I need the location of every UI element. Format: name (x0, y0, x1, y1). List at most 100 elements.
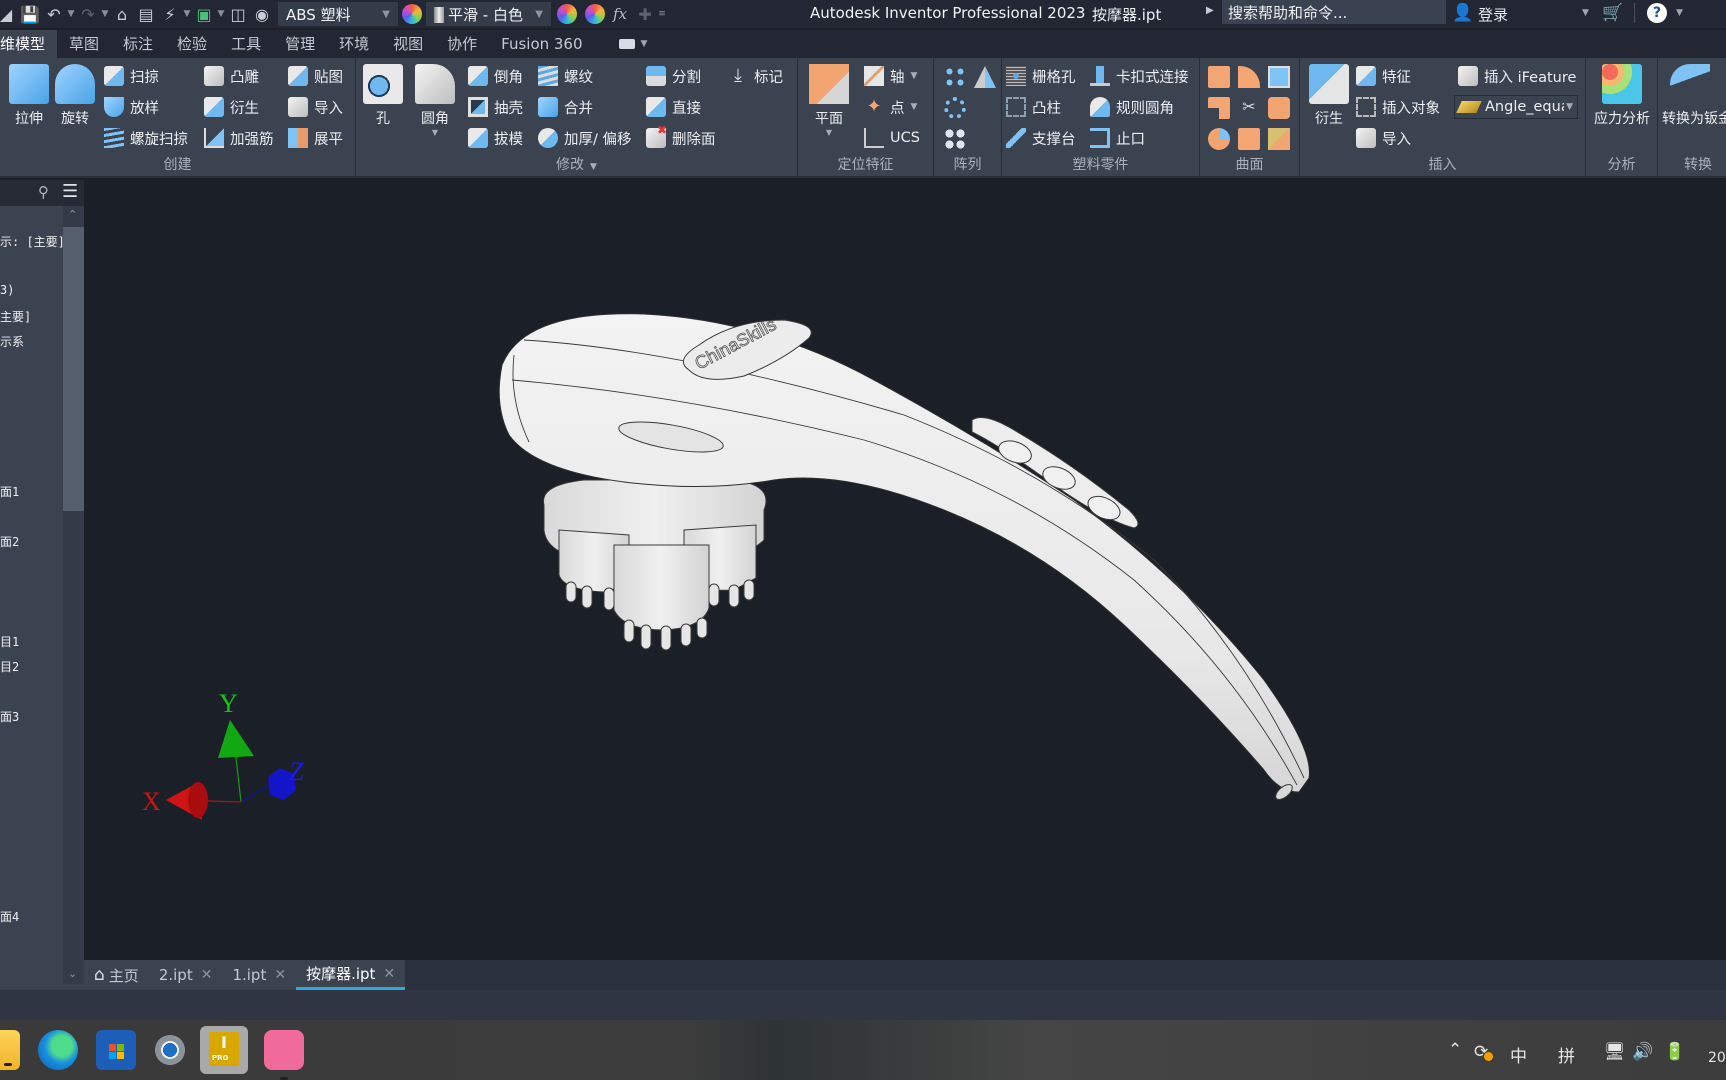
fillet-dropdown-icon[interactable]: ▼ (412, 128, 458, 137)
cart-icon[interactable]: 🛒 (1602, 3, 1623, 23)
insert-ifeature-button[interactable]: 插入 iFeature (1458, 64, 1576, 88)
search-icon[interactable]: ⚲ (38, 183, 49, 201)
close-icon[interactable]: ✕ (383, 966, 395, 982)
boss-button[interactable]: 凸柱 (1006, 95, 1061, 119)
tab-inspect[interactable]: 检验 (165, 30, 219, 58)
appearance-override-icon[interactable]: ◉ (250, 3, 274, 25)
close-icon[interactable]: ✕ (274, 967, 286, 983)
thicken-surface-icon[interactable] (1208, 66, 1230, 88)
doc-tab-massager-ipt[interactable]: 按摩器.ipt ✕ (296, 960, 406, 990)
open-folder-icon[interactable]: ◢ (0, 3, 12, 25)
stitch-icon[interactable] (1238, 66, 1260, 88)
properties-icon[interactable]: ▤ (134, 3, 158, 25)
emboss-button[interactable]: 凸雕 (204, 64, 259, 88)
tree-item[interactable]: 面3 (0, 708, 19, 725)
volume-icon[interactable]: 🔊 (1632, 1042, 1653, 1062)
coil-button[interactable]: 螺旋扫掠 (104, 126, 188, 150)
copy-object-icon[interactable] (1268, 128, 1290, 150)
convert-sheet-metal-button[interactable]: 转换为钣金 (1662, 64, 1726, 128)
ifeature-select[interactable]: Angle_equa ▼ (1454, 95, 1578, 119)
extend-surface-icon[interactable] (1268, 97, 1290, 119)
settings-icon[interactable] (150, 1030, 190, 1070)
signin-button[interactable]: 登录 (1478, 4, 1508, 25)
tree-item[interactable]: 面2 (0, 533, 19, 550)
tree-item[interactable]: 面4 (0, 908, 19, 925)
model-canvas[interactable]: ChinaSkills X Y Z (84, 180, 1726, 960)
appearance-icon[interactable] (402, 4, 422, 24)
thicken-offset-button[interactable]: 加厚/ 偏移 (538, 126, 632, 150)
clear-appearance-icon[interactable] (585, 4, 605, 24)
rectangular-pattern-icon[interactable] (944, 66, 966, 88)
browser-scrollbar[interactable]: ⌃ ⌄ (63, 206, 84, 984)
select-dropdown-icon[interactable]: ▼ (216, 9, 226, 19)
snap-fit-button[interactable]: 卡扣式连接 (1090, 64, 1189, 88)
tab-manage[interactable]: 管理 (273, 30, 327, 58)
tab-collaborate[interactable]: 协作 (435, 30, 489, 58)
mirror-icon[interactable] (974, 66, 996, 88)
edge-icon[interactable] (38, 1030, 78, 1070)
tab-view[interactable]: 视图 (381, 30, 435, 58)
boundary-patch-icon[interactable] (1208, 128, 1230, 150)
help-icon[interactable]: ? (1647, 3, 1667, 23)
ime-input[interactable]: 拼 (1558, 1042, 1575, 1067)
derive-insert-button[interactable]: 衍生 (1306, 64, 1352, 128)
user-icon[interactable]: 👤 (1452, 3, 1473, 23)
hole-button[interactable]: 孔 (360, 64, 406, 128)
tree-item[interactable]: 示: [主要] (0, 233, 65, 250)
rule-fillet-button[interactable]: 规则圆角 (1090, 95, 1174, 119)
signin-dropdown-icon[interactable]: ▼ (1582, 8, 1589, 18)
add-icon[interactable]: ✚ (633, 3, 657, 25)
plane-button[interactable]: 平面 ▼ (806, 64, 852, 137)
update-icon[interactable]: ⚡ (158, 3, 182, 25)
show-hidden-icons[interactable]: ⌃ (1448, 1040, 1462, 1060)
doc-tab-1-ipt[interactable]: 1.ipt ✕ (222, 960, 297, 990)
split-button[interactable]: 分割 (646, 64, 701, 88)
ime-mode[interactable]: 中 (1510, 1042, 1527, 1067)
sweep-button[interactable]: 扫掠 (104, 64, 159, 88)
save-icon[interactable]: 💾 (18, 3, 42, 25)
scroll-up-icon[interactable]: ⌃ (68, 208, 77, 221)
feature-button[interactable]: 特征 (1356, 64, 1411, 88)
rest-button[interactable]: 支撑台 (1006, 126, 1076, 150)
fillet-button[interactable]: 圆角 ▼ (412, 64, 458, 137)
network-icon[interactable]: 🖥 (1604, 1042, 1626, 1062)
tab-3d-model[interactable]: 维模型 (0, 30, 58, 58)
revolve-button[interactable]: 旋转 (52, 64, 98, 128)
chamfer-button[interactable]: 倒角 (468, 64, 523, 88)
home-icon[interactable]: ⌂ (110, 3, 134, 25)
customize-toolbar-icon[interactable]: ≡ (657, 9, 667, 19)
patch-icon[interactable] (1208, 97, 1230, 119)
tree-item[interactable]: 3) (0, 283, 14, 297)
import-button[interactable]: 导入 (288, 95, 343, 119)
search-expand-icon[interactable]: ▶ (1206, 5, 1214, 16)
redo-dropdown-icon[interactable]: ▼ (100, 9, 110, 19)
replace-face-icon[interactable] (1238, 128, 1260, 150)
adjust-appearance-icon[interactable] (557, 4, 577, 24)
mark-button[interactable]: ⤓ 标记 (728, 64, 783, 88)
extrude-button[interactable]: 拉伸 (6, 64, 52, 128)
tab-tools[interactable]: 工具 (219, 30, 273, 58)
doc-tab-2-ipt[interactable]: 2.ipt ✕ (148, 960, 223, 990)
doc-tab-home[interactable]: ⌂ 主页 (84, 960, 149, 990)
axis-button[interactable]: 轴 ▼ (864, 64, 917, 88)
menu-icon[interactable]: ☰ (62, 181, 78, 202)
loft-button[interactable]: 放样 (104, 95, 159, 119)
lip-button[interactable]: 止口 (1090, 126, 1145, 150)
ucs-button[interactable]: UCS (864, 126, 920, 150)
file-explorer-icon[interactable] (0, 1030, 20, 1070)
inventor-pro-icon[interactable]: I PRO (200, 1026, 248, 1074)
clock[interactable]: 20 (1708, 1050, 1726, 1066)
close-icon[interactable]: ✕ (201, 967, 213, 983)
point-button[interactable]: ✦ 点 ▼ (864, 95, 917, 119)
plane-dropdown-icon[interactable]: ▼ (806, 128, 852, 137)
redo-icon[interactable]: ↷ (76, 3, 100, 25)
panel-label-modify[interactable]: 修改 ▼ (356, 154, 797, 174)
decal-button[interactable]: 贴图 (288, 64, 343, 88)
parameters-fx-icon[interactable]: fx (613, 5, 627, 23)
shell-button[interactable]: 抽壳 (468, 95, 523, 119)
import-insert-button[interactable]: 导入 (1356, 126, 1411, 150)
direct-edit-button[interactable]: 直接 (646, 95, 701, 119)
rib-button[interactable]: 加强筋 (204, 126, 274, 150)
tree-item[interactable]: 目2 (0, 658, 19, 675)
tree-item[interactable]: 主要] (0, 308, 31, 325)
